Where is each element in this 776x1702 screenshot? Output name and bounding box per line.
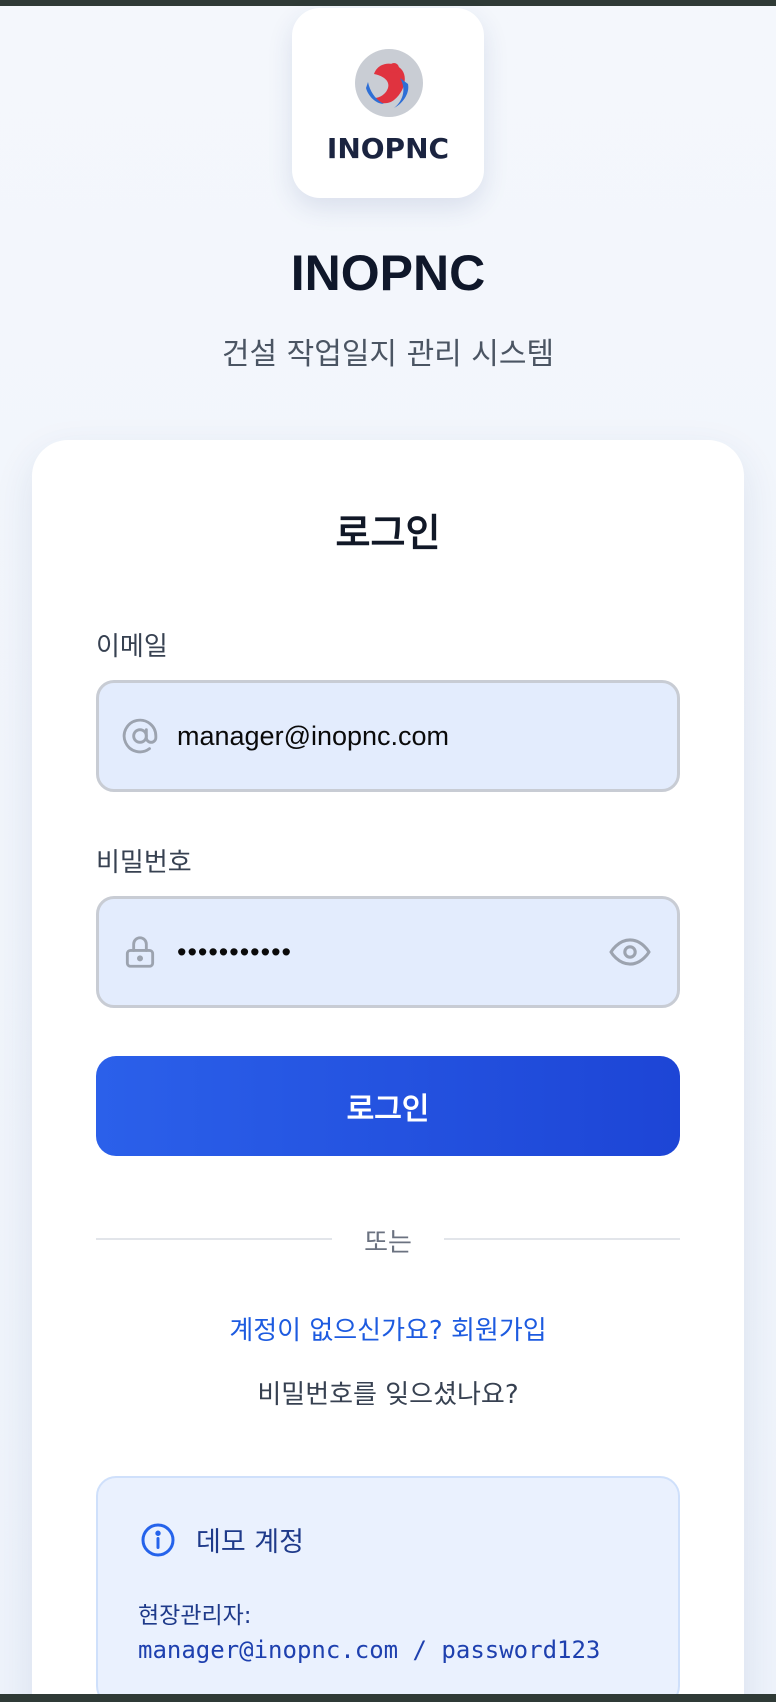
password-field-wrapper (96, 896, 680, 1008)
password-label: 비밀번호 (96, 848, 192, 878)
demo-credentials: manager@inopnc.com / password123 (138, 1636, 601, 1664)
window-bottom-edge (0, 1694, 776, 1702)
login-card: 로그인 이메일 비밀번호 로그인 또는 계정이 없으신가요? 회원가입 비밀번호… (32, 440, 744, 1702)
logo-emblem-icon (355, 49, 423, 117)
divider-line-right (444, 1238, 680, 1240)
at-sign-icon (122, 718, 158, 754)
demo-title: 데모 계정 (196, 1527, 304, 1558)
password-input[interactable] (177, 899, 577, 1005)
app-logo: INOPNC (292, 8, 484, 198)
email-input[interactable] (177, 683, 657, 789)
logo-wordmark: INOPNC (326, 132, 450, 165)
lock-icon (125, 936, 155, 968)
forgot-password-link[interactable]: 비밀번호를 잊으셨나요? (32, 1374, 744, 1411)
app-subtitle: 건설 작업일지 관리 시스템 (221, 337, 555, 372)
signup-link[interactable]: 계정이 없으신가요? 회원가입 (32, 1310, 744, 1347)
window-top-edge (0, 0, 776, 6)
demo-role-label: 현장관리자: (138, 1603, 252, 1629)
divider-or-text: 또는 (364, 1228, 412, 1258)
login-title: 로그인 (335, 511, 441, 555)
email-label: 이메일 (96, 632, 168, 662)
divider-line-left (96, 1238, 332, 1240)
login-button[interactable]: 로그인 (96, 1056, 680, 1156)
app-title: INOPNC (290, 245, 486, 301)
info-icon (141, 1523, 175, 1557)
email-field-wrapper (96, 680, 680, 792)
eye-icon[interactable] (609, 933, 651, 971)
demo-account-box: 데모 계정 현장관리자: manager@inopnc.com / passwo… (96, 1476, 680, 1702)
